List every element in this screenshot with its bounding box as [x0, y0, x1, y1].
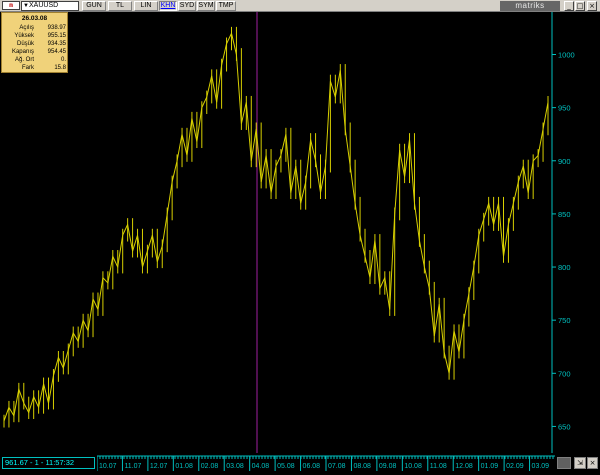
x-tick-label: 01.09	[481, 463, 499, 470]
info-row-low: Düşük 934.35	[4, 40, 66, 48]
info-label: Yüksek	[14, 33, 34, 39]
app-icon[interactable]: m	[2, 1, 20, 10]
brand-logo: matriks	[500, 1, 560, 11]
y-tick-label: 1000	[558, 51, 575, 60]
x-tick-label: 11.07	[124, 463, 141, 470]
chevron-down-icon: ▼	[23, 3, 29, 9]
x-tick-label: 02.08	[201, 463, 219, 470]
x-tick-label: 11.08	[430, 463, 447, 470]
tab-gun[interactable]: GUN	[82, 1, 106, 11]
x-tick-label: 10.08	[404, 463, 422, 470]
info-value: 0.	[60, 57, 66, 63]
info-label: Düşük	[16, 41, 34, 47]
x-tick-label: 01.08	[175, 463, 193, 470]
time-axis[interactable]: 10.07 11.07 12.07 01.08 02.08 03.08 04.08 05.08…	[97, 455, 555, 471]
resize-icon[interactable]: ⇲	[574, 457, 586, 469]
y-tick-label: 650	[558, 422, 571, 431]
x-tick-label: 08.08	[353, 463, 371, 470]
minimize-button[interactable]: _	[564, 1, 574, 11]
y-tick-label: 700	[558, 369, 571, 378]
tab-tmp[interactable]: TMP	[216, 1, 236, 11]
symbol-label: XAUUSD	[29, 2, 59, 9]
info-date: 26.03.08	[21, 15, 48, 22]
close-button[interactable]: ×	[587, 1, 597, 11]
ohlc-info-box: 26.03.08 Açılış 938.97 Yüksek 955.15 Düş…	[1, 12, 68, 73]
info-row-open: Açılış 938.97	[4, 24, 66, 32]
chart-background	[0, 12, 600, 453]
x-tick-label: 09.08	[379, 463, 397, 470]
y-tick-label: 950	[558, 104, 571, 113]
x-tick-label: 03.09	[532, 463, 550, 470]
x-tick-label: 04.08	[252, 463, 270, 470]
y-tick-label: 900	[558, 157, 571, 166]
x-tick-label: 06.08	[303, 463, 321, 470]
info-value: 954.45	[47, 49, 66, 55]
y-tick-label: 800	[558, 263, 571, 272]
info-row-avg: Ağ. Ort 0.	[4, 56, 66, 64]
symbol-selector[interactable]: ▼ XAUUSD	[21, 1, 79, 11]
tab-syd[interactable]: SYD	[178, 1, 196, 11]
x-tick-label: 05.08	[277, 463, 295, 470]
x-tick-label: 03.08	[226, 463, 244, 470]
status-bar: 961.67 - 1 - 11:57:32 10.07 11.07 12.07 01.…	[0, 453, 600, 475]
tab-sym[interactable]: SYM	[197, 1, 215, 11]
price-chart[interactable]: 650 700 750 800 850 900 950 1000	[0, 12, 600, 453]
info-label: Fark	[22, 65, 34, 71]
panel-close-button[interactable]: ×	[587, 457, 598, 469]
info-value: 15.8	[54, 65, 66, 71]
x-tick-label: 12.07	[150, 463, 168, 470]
tab-tl[interactable]: TL	[108, 1, 132, 11]
info-row-high: Yüksek 955.15	[4, 32, 66, 40]
info-label: Ağ. Ort	[14, 57, 34, 63]
title-bar: m ▼ XAUUSD GUN TL LIN KHN SYD SYM TMP ma…	[0, 0, 600, 12]
tab-khn[interactable]: KHN	[159, 1, 177, 11]
info-value: 934.35	[47, 41, 66, 47]
info-value: 955.15	[47, 33, 66, 39]
info-value: 938.97	[47, 25, 66, 31]
info-label: Kapanış	[11, 49, 34, 55]
y-tick-label: 750	[558, 316, 571, 325]
x-tick-label: 02.09	[506, 463, 524, 470]
status-readout: 961.67 - 1 - 11:57:32	[2, 457, 95, 469]
scroll-handle[interactable]	[557, 457, 571, 469]
info-label: Açılış	[19, 25, 34, 31]
tab-lin[interactable]: LIN	[134, 1, 158, 11]
chart-window: m ▼ XAUUSD GUN TL LIN KHN SYD SYM TMP ma…	[0, 0, 600, 475]
x-tick-label: 07.08	[328, 463, 346, 470]
x-tick-label: 10.07	[99, 463, 117, 470]
maximize-button[interactable]: □	[575, 1, 585, 11]
y-tick-label: 850	[558, 210, 571, 219]
info-row-diff: Fark 15.8	[4, 64, 66, 72]
info-row-close: Kapanış 954.45	[4, 48, 66, 56]
x-tick-label: 12.08	[455, 463, 473, 470]
